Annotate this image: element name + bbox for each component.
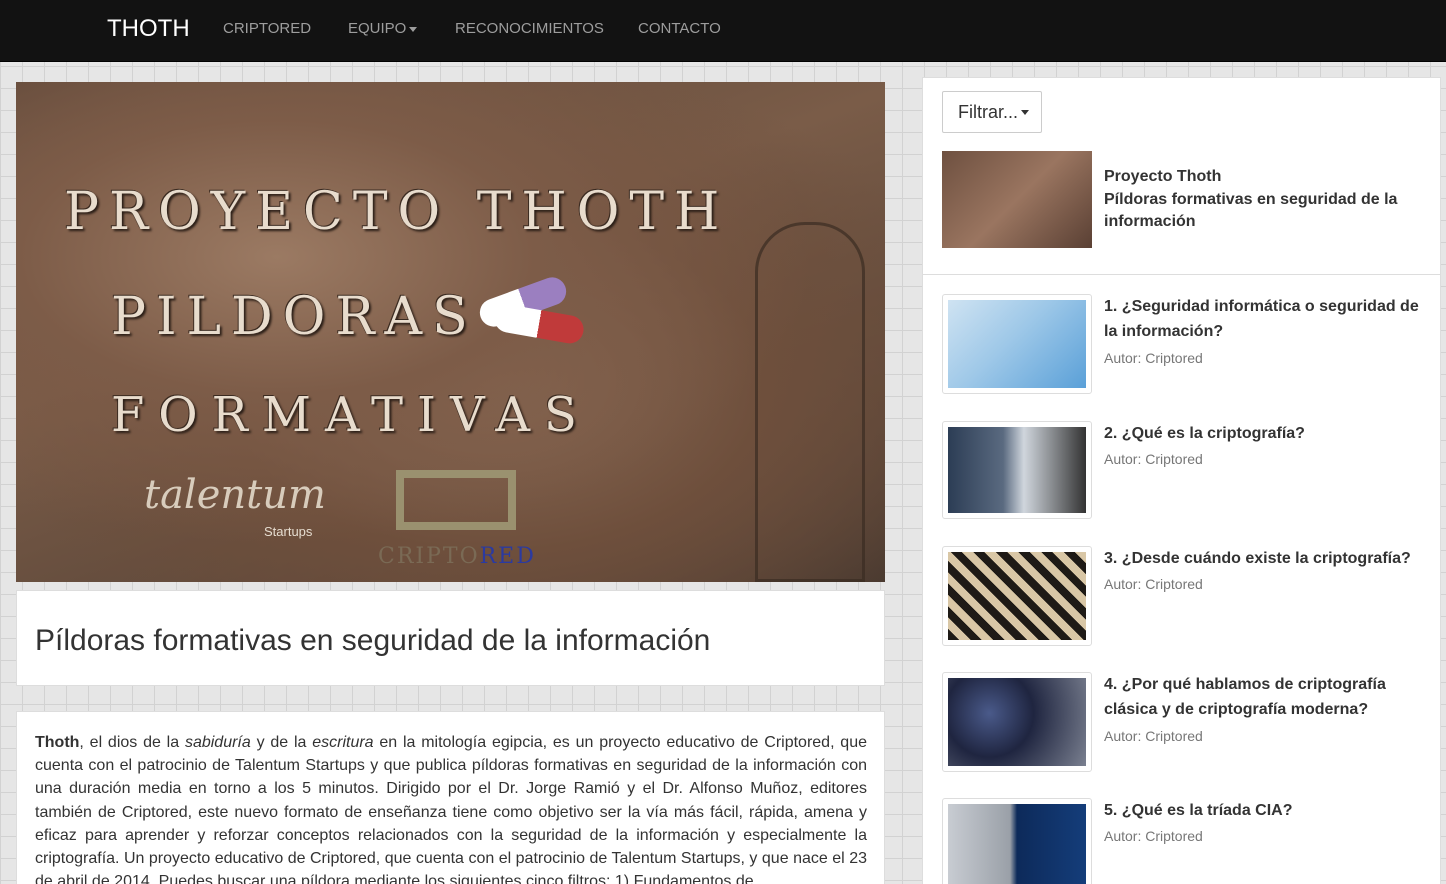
nav-item-contacto[interactable]: CONTACTO: [638, 20, 721, 38]
nav-item-criptored[interactable]: CRIPTORED: [223, 20, 311, 38]
video-thumbnail[interactable]: [942, 546, 1092, 646]
featured-thumbnail[interactable]: [942, 151, 1092, 248]
nav-item-equipo[interactable]: EQUIPO: [348, 20, 418, 38]
criptored-logo-cripto: CRIPTO: [378, 544, 480, 569]
description-part: y de la: [250, 734, 313, 751]
top-navbar: THOTH CRIPTORED EQUIPO RECONOCIMIENTOS C…: [0, 0, 1446, 62]
video-thumbnail[interactable]: [942, 294, 1092, 394]
video-playlist-sidebar: Filtrar... Proyecto Thoth Píldoras forma…: [922, 77, 1441, 884]
video-title[interactable]: 1. ¿Seguridad informática o seguridad de…: [1104, 294, 1422, 344]
video-author: Autor: Criptored: [1104, 576, 1203, 592]
description-em-sabiduria: sabiduría: [184, 734, 251, 751]
hero-line-pildoras: PILDORAS: [111, 287, 478, 347]
brand-logo-link[interactable]: THOTH: [107, 15, 190, 43]
criptored-logo-red: RED: [479, 544, 536, 569]
page-title: Píldoras formativas en seguridad de la i…: [35, 624, 711, 657]
video-author: Autor: Criptored: [1104, 828, 1203, 844]
video-title[interactable]: 2. ¿Qué es la criptografía?: [1104, 421, 1422, 446]
video-thumbnail[interactable]: [942, 421, 1092, 519]
video-author: Autor: Criptored: [1104, 451, 1203, 467]
pills-illustration: [475, 273, 588, 346]
description-panel: Thoth, el dios de la sabiduría y de la e…: [16, 711, 885, 884]
description-part: , el dios de la: [79, 734, 185, 751]
video-thumbnail[interactable]: [942, 672, 1092, 772]
video-author: Autor: Criptored: [1104, 728, 1203, 744]
description-em-escritura: escritura: [312, 734, 374, 751]
description-bold-thoth: Thoth: [35, 734, 80, 751]
title-panel: Píldoras formativas en seguridad de la i…: [16, 590, 885, 686]
featured-title-line2: Píldoras formativas en seguridad de la i…: [1104, 190, 1398, 231]
description-part: en la mitología egipcia, es un proyecto …: [35, 734, 868, 884]
filter-dropdown-button[interactable]: Filtrar...: [942, 91, 1042, 133]
video-title[interactable]: 5. ¿Qué es la tríada CIA?: [1104, 798, 1422, 823]
description-text: Thoth, el dios de la sabiduría y de la e…: [35, 731, 867, 884]
chevron-down-icon: [1021, 110, 1030, 116]
video-title[interactable]: 3. ¿Desde cuándo existe la criptografía?: [1104, 546, 1422, 571]
nav-item-reconocimientos[interactable]: RECONOCIMIENTOS: [455, 20, 604, 38]
featured-title-line1: Proyecto Thoth: [1104, 168, 1222, 185]
hero-line-proyecto-thoth: PROYECTO THOTH: [64, 182, 730, 242]
filter-label: Filtrar...: [958, 101, 1019, 122]
nav-item-equipo-label: EQUIPO: [348, 20, 407, 37]
video-title[interactable]: 4. ¿Por qué hablamos de criptografía clá…: [1104, 672, 1422, 722]
talentum-logo-text: talentum: [144, 472, 326, 518]
criptored-logo-mark: [396, 470, 516, 530]
video-thumbnail[interactable]: [942, 798, 1092, 884]
chevron-down-icon: [409, 26, 418, 32]
hero-line-formativas: FORMATIVAS: [111, 387, 591, 443]
criptored-logo-text: CRIPTORED: [378, 544, 536, 569]
hero-video-thumbnail[interactable]: PROYECTO THOTH PILDORAS FORMATIVAS talen…: [16, 82, 885, 582]
featured-title[interactable]: Proyecto Thoth Píldoras formativas en se…: [1104, 166, 1424, 234]
divider: [923, 274, 1440, 275]
video-author: Autor: Criptored: [1104, 350, 1203, 366]
startups-logo-text: Startups: [264, 524, 313, 539]
thoth-figure-illustration: [755, 222, 865, 582]
